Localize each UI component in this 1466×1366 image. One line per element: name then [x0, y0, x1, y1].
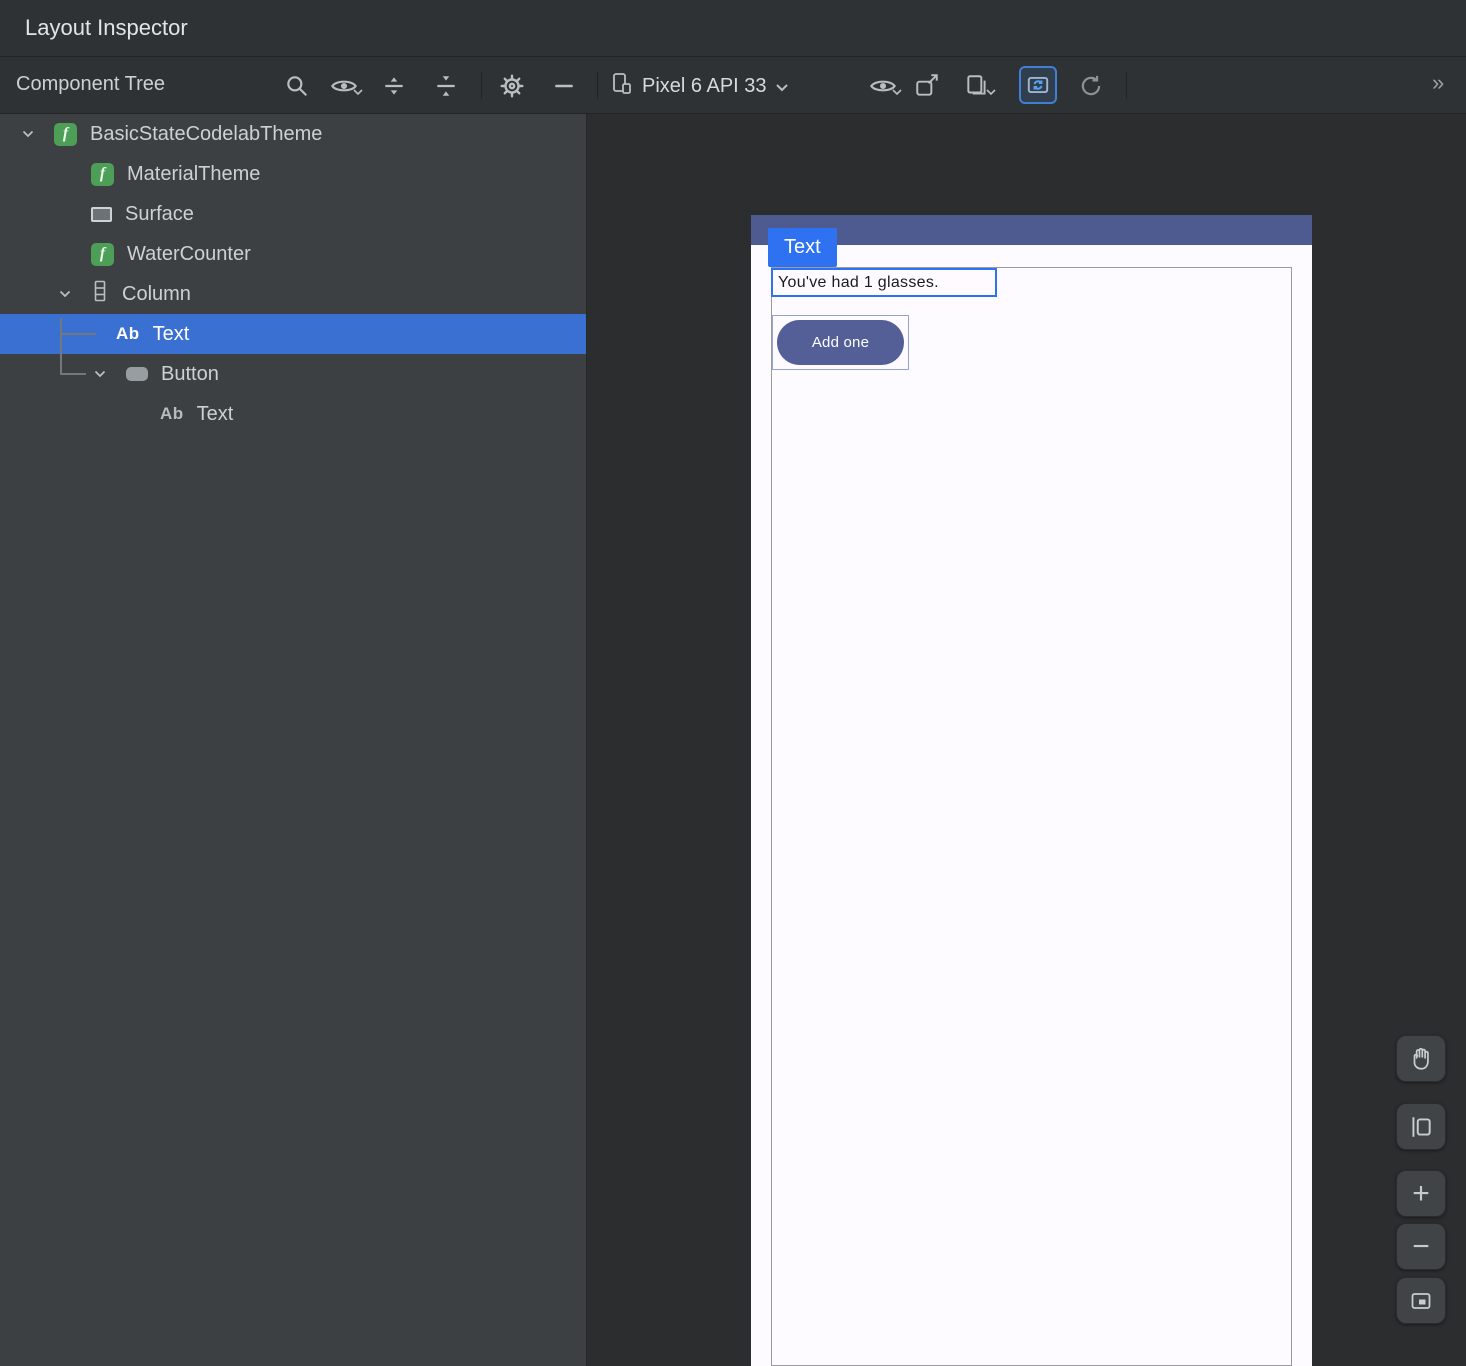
search-icon[interactable] — [282, 71, 312, 101]
component-tree-title: Component Tree — [16, 73, 165, 96]
tree-row-materialtheme[interactable]: f MaterialTheme — [0, 154, 586, 194]
layers-3d-icon — [1408, 1114, 1434, 1140]
plus-icon: + — [1412, 1179, 1430, 1209]
chevron-down-icon — [892, 82, 902, 100]
toolbar-separator — [1126, 72, 1127, 99]
tree-row-button[interactable]: Button — [0, 354, 586, 394]
text-composable-icon: Ab — [116, 324, 140, 344]
add-one-button[interactable]: Add one — [777, 320, 904, 365]
tree-connector-line — [60, 318, 62, 375]
minus-icon: − — [1412, 1232, 1430, 1262]
chevron-down-icon[interactable] — [18, 126, 38, 142]
selected-text-component[interactable]: You've had 1 glasses. — [771, 268, 997, 297]
text-composable-icon: Ab — [160, 404, 184, 424]
tree-item-label: BasicStateCodelabTheme — [90, 123, 322, 146]
chevron-down-icon[interactable] — [55, 286, 75, 302]
button-composable-icon — [126, 367, 148, 381]
column-bounds-outline — [771, 267, 1292, 1366]
tree-item-label: Surface — [125, 203, 194, 226]
fit-screen-icon — [1409, 1289, 1433, 1313]
tree-connector-line — [60, 373, 86, 375]
device-icon — [610, 70, 634, 102]
composable-icon: f — [91, 163, 114, 186]
window-titlebar: Layout Inspector — [0, 0, 1466, 57]
zoom-to-fit-button[interactable] — [1396, 1277, 1446, 1324]
toolbar-separator — [481, 72, 482, 99]
pan-mode-button[interactable] — [1396, 1035, 1446, 1082]
visibility-eye-icon[interactable] — [329, 71, 359, 101]
collapse-all-icon[interactable] — [431, 71, 461, 101]
tree-item-label: Text — [197, 403, 234, 426]
tree-item-label: Button — [161, 363, 219, 386]
tree-connector-line — [60, 333, 96, 335]
live-updates-toggle[interactable] — [1019, 66, 1057, 104]
toolbar-overflow-chevrons[interactable]: » — [1432, 70, 1445, 96]
tree-row-column[interactable]: Column — [0, 274, 586, 314]
tree-item-label: WaterCounter — [127, 243, 251, 266]
water-count-text: You've had 1 glasses. — [778, 274, 939, 292]
tree-item-label: Text — [153, 323, 190, 346]
window-title: Layout Inspector — [25, 15, 188, 41]
refresh-icon[interactable] — [1076, 71, 1106, 101]
device-selector-label: Pixel 6 API 33 — [642, 75, 767, 98]
add-one-button-label: Add one — [812, 334, 869, 351]
column-icon — [91, 280, 109, 308]
gear-icon[interactable] — [497, 71, 527, 101]
device-screen[interactable]: Text You've had 1 glasses. Add one — [751, 215, 1312, 1366]
tree-row-basicstatecodelabtheme[interactable]: f BasicStateCodelabTheme — [0, 114, 586, 154]
tree-row-watercounter[interactable]: f WaterCounter — [0, 234, 586, 274]
selection-label-chip: Text — [768, 228, 837, 267]
surface-icon — [91, 207, 112, 222]
take-screenshot-icon[interactable] — [912, 71, 942, 101]
button-component-bounds[interactable]: Add one — [772, 315, 909, 370]
zoom-in-button[interactable]: + — [1396, 1170, 1446, 1217]
tree-item-label: Column — [122, 283, 191, 306]
chevron-down-icon — [353, 82, 363, 100]
zoom-out-button[interactable]: − — [1396, 1223, 1446, 1270]
chevron-down-icon[interactable] — [90, 366, 110, 382]
3d-mode-button[interactable] — [1396, 1103, 1446, 1150]
tree-item-label: MaterialTheme — [127, 163, 260, 186]
expand-all-icon[interactable] — [379, 71, 409, 101]
chevron-down-icon — [775, 75, 789, 98]
chevron-down-icon — [986, 82, 996, 100]
device-selector[interactable]: Pixel 6 API 33 — [610, 69, 789, 103]
toolbar: Component Tree Pixel 6 API 33 — [0, 57, 1466, 114]
hide-panel-icon[interactable] — [549, 71, 579, 101]
tree-row-surface[interactable]: Surface — [0, 194, 586, 234]
layer-visibility-eye-icon[interactable] — [868, 71, 898, 101]
composable-icon: f — [54, 123, 77, 146]
composable-icon: f — [91, 243, 114, 266]
tree-row-text-child[interactable]: Ab Text — [0, 394, 586, 434]
toolbar-separator — [597, 72, 598, 99]
selection-label: Text — [784, 236, 821, 259]
component-tree-panel[interactable]: f BasicStateCodelabTheme f MaterialTheme… — [0, 114, 587, 1366]
device-render-canvas[interactable]: Text You've had 1 glasses. Add one + − — [588, 114, 1466, 1366]
hand-icon — [1408, 1046, 1434, 1072]
export-snapshot-icon[interactable] — [962, 71, 992, 101]
